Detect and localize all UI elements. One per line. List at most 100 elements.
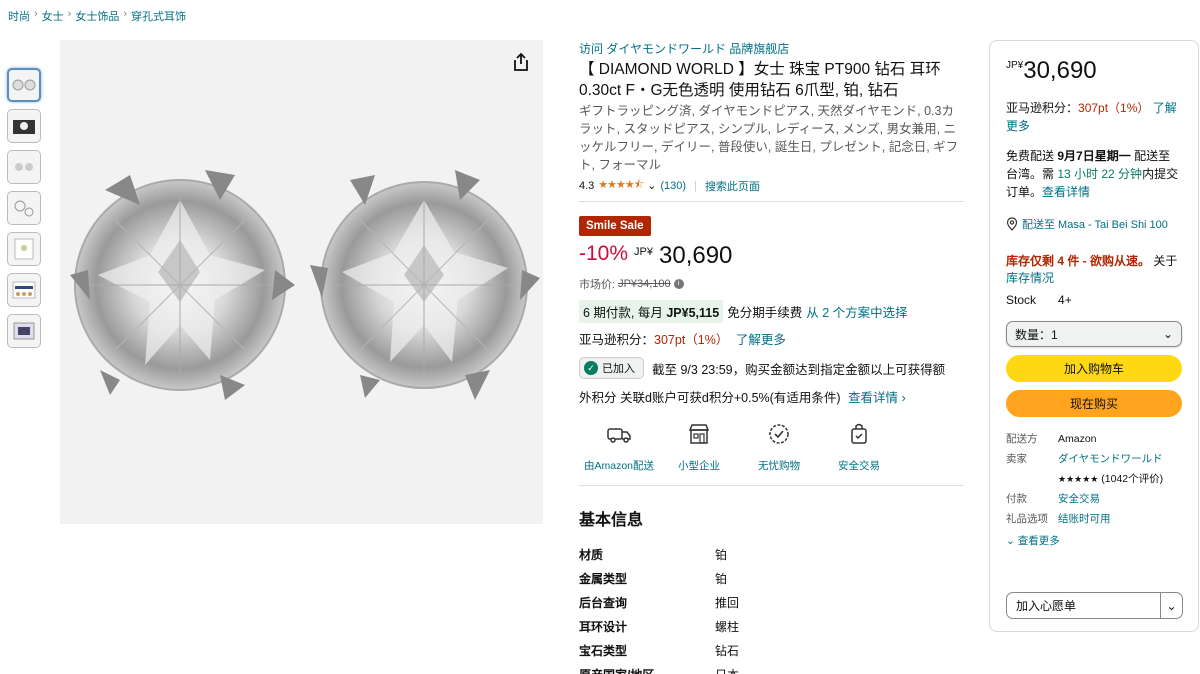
thumbnail-7[interactable] (7, 314, 41, 348)
product-subtitle: ギフトラッピング済, ダイヤモンドピアス, 天然ダイヤモンド, 0.3カラット,… (579, 104, 959, 172)
gift-box-thumbnail-icon (13, 120, 35, 134)
meta-row: 卖家 ダイヤモンドワールド (1006, 453, 1182, 466)
spec-key: 原产国家/地区 (579, 666, 715, 674)
wishlist-button[interactable]: 加入心愿单 ⌄ (1006, 592, 1183, 619)
product-title: 【 DIAMOND WORLD 】女士 珠宝 PT900 钻石 耳环 0.30c… (579, 61, 941, 99)
size-chart-thumbnail-icon (12, 281, 36, 299)
points-label: 亚马逊积分： (579, 333, 655, 347)
points-value: 307pt（1%） (1078, 101, 1150, 115)
delivery-location[interactable]: 配送至 Masa - Tai Bei Shi 100 (1006, 217, 1182, 233)
stock-warning: 库存仅剩 4 件 - 欲购从速。 关于库存情况 (1006, 253, 1182, 287)
see-more-toggle[interactable]: ⌄ 查看更多 (1006, 533, 1182, 548)
buy-now-button[interactable]: 现在购买 (1006, 390, 1182, 417)
quantity-select[interactable]: 数量：1 ⌄ (1006, 321, 1182, 347)
add-to-cart-button[interactable]: 加入购物车 (1006, 355, 1182, 382)
thumbnail-4[interactable] (7, 191, 41, 225)
breadcrumb-item[interactable]: 时尚 (8, 8, 30, 24)
seller-reviews: (1042个评价) (1101, 473, 1164, 485)
feature-amazon-delivery[interactable]: 由Amazon配送 (579, 420, 659, 473)
list-price: JP¥34,100 (618, 278, 671, 290)
list-price-row: 市场价: JP¥34,100 i (579, 276, 964, 292)
thumbnail-3[interactable] (7, 150, 41, 184)
location-text: 配送至 Masa - Tai Bei Shi 100 (1022, 219, 1168, 231)
star-rating-icon: ★★★★★ (1058, 474, 1099, 484)
chevron-down-icon[interactable]: ⌄ (647, 179, 656, 192)
points-value: 307pt（1%） (654, 333, 729, 347)
buy-box: JP¥ 30,690 亚马逊积分：307pt（1%） 了解更多 免费配送 9月7… (989, 40, 1199, 632)
thumbnail-5[interactable] (7, 232, 41, 266)
seller-link[interactable]: ダイヤモンドワールド (1058, 453, 1163, 466)
stock-link[interactable]: 库存情况 (1006, 271, 1054, 285)
thumbnail-1[interactable] (7, 68, 41, 102)
delivery-details-link[interactable]: 查看详情 (1042, 185, 1090, 199)
gift-label: 礼品选项 (1006, 513, 1048, 525)
spec-key: 耳环设计 (579, 619, 628, 634)
quantity-label: 数量： (1015, 327, 1052, 342)
spec-value: 钻石 (715, 643, 740, 658)
spec-row: 后台查询 推回 (579, 590, 964, 614)
dpoints-text: 外积分 关联d账户可获d积分+0.5%(有适用条件) (579, 391, 841, 405)
separator: | (694, 179, 697, 192)
breadcrumb: 时尚 › 女士 › 女士饰品 › 穿孔式耳饰 (8, 8, 186, 24)
dpoints-details-link[interactable]: 查看详情 › (848, 391, 906, 405)
check-icon: ✓ (584, 361, 598, 375)
feature-icons: 由Amazon配送 小型企业 无忧购物 安全交易 (579, 420, 964, 473)
gift-link[interactable]: 结账时可用 (1058, 513, 1111, 526)
chevron-down-icon[interactable]: ⌄ (1160, 593, 1182, 618)
installment-text: 6 期付款, 每月 (583, 306, 663, 320)
truck-icon (607, 428, 631, 443)
thumbnail-2[interactable] (7, 109, 41, 143)
spec-key: 材质 (579, 547, 604, 562)
feature-secure-transaction[interactable]: 安全交易 (819, 420, 899, 473)
currency-symbol: JP¥ (634, 246, 653, 258)
rating-row: 4.3 ★★★★⯪ ⌄ (130) | 搜索此页面 (579, 176, 964, 195)
right-diamond (310, 170, 540, 400)
feature-worry-free[interactable]: 无忧购物 (739, 420, 819, 473)
breadcrumb-item[interactable]: 穿孔式耳饰 (131, 8, 186, 24)
spec-value: 推回 (715, 595, 740, 610)
installment-highlight: 6 期付款, 每月 JP¥5,115 (579, 300, 724, 323)
delivery-free: 免费配送 (1006, 149, 1055, 163)
secure-bag-icon (851, 423, 867, 444)
search-page-link[interactable]: 搜索此页面 (705, 178, 760, 194)
info-icon[interactable]: i (673, 279, 684, 289)
star-rating-icon[interactable]: ★★★★⯪ (598, 176, 644, 195)
delivery-date: 9月7日星期一 (1057, 149, 1131, 163)
breadcrumb-item[interactable]: 女士饰品 (75, 8, 119, 24)
spec-row: 宝石类型 钻石 (579, 638, 964, 662)
size-diagram-thumbnail-icon (14, 200, 34, 217)
joined-row: ✓ 已加入 截至 9/3 23:59，购买金额达到指定金额以上可获得额 (579, 357, 964, 379)
spec-row: 耳环设计 螺柱 (579, 614, 964, 638)
main-product-image[interactable] (60, 40, 543, 524)
breadcrumb-separator: › (34, 8, 38, 20)
chevron-down-icon: ⌄ (1006, 535, 1015, 547)
installment-plans-link[interactable]: 从 2 个方案中选择 (806, 302, 907, 321)
ships-from-label: 配送方 (1006, 433, 1038, 445)
delivery-info: 免费配送 9月7日星期一 配送至台湾。需 13 小时 22 分钟内提交订单。查看… (1006, 147, 1182, 201)
discount-percent: -10% (579, 242, 629, 265)
joined-button[interactable]: ✓ 已加入 (579, 357, 644, 379)
price: 30,690 (1023, 57, 1097, 84)
store-link[interactable]: 访问 ダイヤモンドワールド 品牌旗舰店 (579, 42, 789, 56)
stock-label: Stock (1006, 293, 1037, 307)
package-thumbnail-icon (13, 322, 35, 340)
buybox-price: JP¥ 30,690 (1006, 57, 1182, 85)
points-learn-more-link[interactable]: 了解更多 (736, 333, 786, 347)
review-count-link[interactable]: (130) (660, 180, 686, 192)
spec-table: 材质铂 金属类型铂 后台查询推回 耳环设计螺柱 宝石类型钻石 原产国家/地区日本 (579, 542, 964, 674)
spec-key: 宝石类型 (579, 643, 628, 658)
share-icon[interactable] (511, 52, 531, 72)
payment-link[interactable]: 安全交易 (1058, 493, 1100, 506)
installment-amount: JP¥5,115 (666, 306, 720, 320)
diamond-earrings-image (70, 170, 540, 400)
thumbnail-6[interactable] (7, 273, 41, 307)
joined-label: 已加入 (602, 363, 635, 375)
divider (579, 201, 964, 202)
location-pin-icon (1006, 217, 1018, 231)
ships-from-value: Amazon (1058, 433, 1097, 445)
feature-small-business[interactable]: 小型企业 (659, 420, 739, 473)
meta-row: ★★★★★ (1042个评价) (1006, 473, 1182, 486)
breadcrumb-item[interactable]: 女士 (42, 8, 64, 24)
installment-row: 6 期付款, 每月 JP¥5,115 免分期手续费 从 2 个方案中选择 (579, 300, 964, 323)
spec-row: 金属类型 铂 (579, 566, 964, 590)
